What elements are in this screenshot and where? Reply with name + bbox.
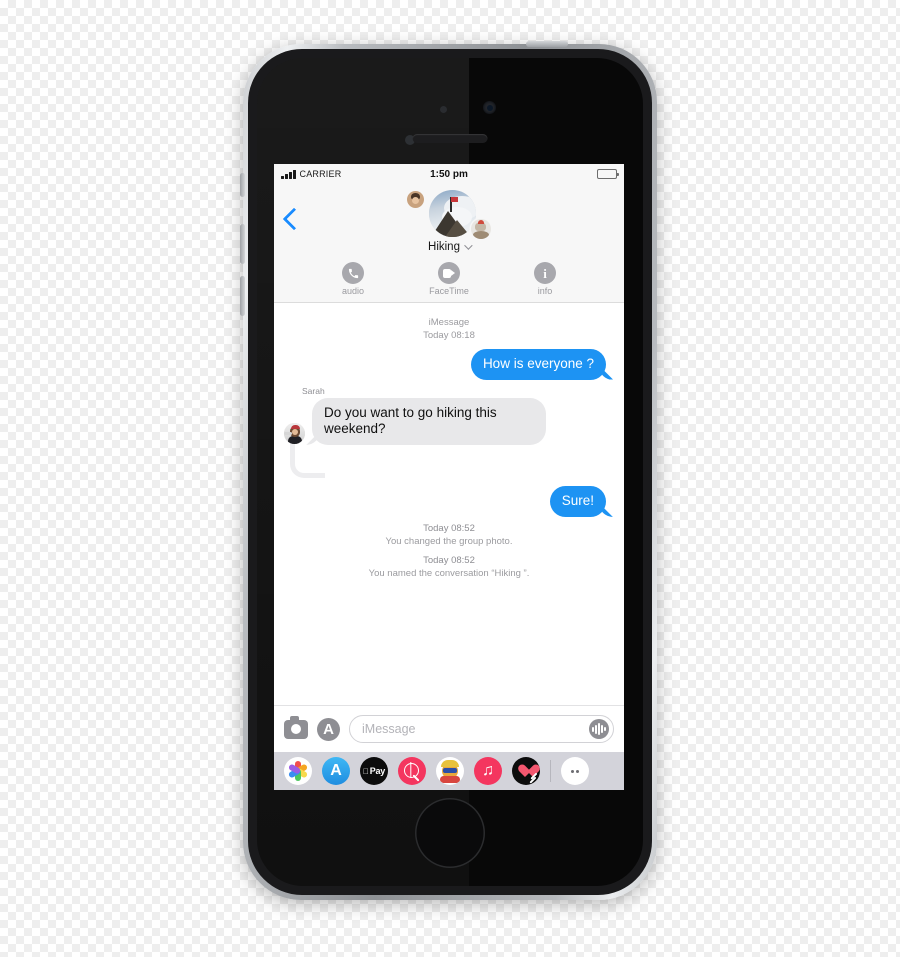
message-row: Sure!: [284, 486, 614, 518]
incoming-group: Sarah Do you want to go hiking this week…: [284, 386, 546, 481]
front-camera-icon: [483, 101, 496, 114]
first-timestamp: Today 08:18: [423, 329, 475, 341]
service-label: iMessage: [428, 317, 470, 328]
sender-name: Sarah: [302, 385, 325, 396]
audio-call-label: audio: [341, 286, 365, 296]
info-icon: i: [534, 262, 556, 284]
member-avatar-1: [407, 191, 424, 208]
system-event-text: You changed the group photo.: [385, 535, 513, 547]
app-store-app-icon[interactable]: A: [322, 757, 350, 785]
silent-switch[interactable]: [240, 173, 245, 197]
earpiece-speaker: [412, 134, 488, 143]
group-identity[interactable]: Hiking: [274, 184, 624, 253]
conversation-header: Hiking audio FaceTime i info: [274, 184, 624, 303]
status-bar-clock: 1:50 pm: [430, 168, 468, 180]
outgoing-bubble[interactable]: Sure!: [549, 486, 606, 518]
phone-screen: CARRIER 1:50 pm Hiking audio FaceTime i …: [274, 164, 624, 790]
proximity-sensor-icon: [440, 106, 447, 113]
imessage-app-drawer[interactable]: A Pay ♫: [274, 752, 624, 790]
incoming-bubble[interactable]: Do you want to go hiking this weekend?: [312, 397, 546, 446]
music-app-icon[interactable]: ♫: [474, 757, 502, 785]
message-list[interactable]: iMessage Today 08:18 How is everyone ? S…: [274, 303, 624, 705]
battery-full-icon: [597, 169, 619, 179]
facetime-button[interactable]: FaceTime: [424, 262, 474, 296]
more-apps-icon[interactable]: [561, 757, 589, 785]
images-app-icon[interactable]: [398, 757, 426, 785]
info-button[interactable]: i info: [520, 262, 570, 296]
system-event: Today 08:52 You changed the group photo.: [284, 523, 614, 549]
audio-call-button[interactable]: audio: [328, 262, 378, 296]
chevron-down-icon[interactable]: [464, 241, 473, 250]
audio-waveform-icon[interactable]: [589, 719, 609, 739]
message-composer: A iMessage: [274, 705, 624, 752]
home-button[interactable]: [415, 798, 485, 868]
status-bar-right: [597, 169, 619, 179]
system-event-timestamp: Today 08:52: [423, 523, 475, 535]
video-camera-icon: [438, 262, 460, 284]
message-input-placeholder: iMessage: [362, 722, 416, 736]
quick-actions-row: audio FaceTime i info: [274, 262, 624, 296]
group-photo-mountain[interactable]: [429, 190, 476, 237]
group-title-row[interactable]: Hiking: [428, 241, 473, 253]
group-avatars[interactable]: [407, 190, 491, 240]
message-input[interactable]: iMessage: [349, 715, 614, 743]
system-event: Today 08:52 You named the conversation “…: [284, 555, 614, 581]
apple-pay-label: Pay: [366, 766, 386, 776]
drawer-divider: [550, 760, 551, 782]
digital-touch-app-icon[interactable]: [512, 757, 540, 785]
camera-icon[interactable]: [284, 716, 308, 739]
volume-down-button[interactable]: [240, 276, 245, 316]
outgoing-bubble[interactable]: How is everyone ?: [470, 348, 606, 380]
avatar: [284, 423, 305, 445]
music-note-glyph: ♫: [482, 762, 494, 779]
status-bar: CARRIER 1:50 pm: [274, 164, 624, 184]
bubble-tail-decoration: [290, 443, 325, 479]
system-event-timestamp: Today 08:52: [423, 554, 475, 566]
volume-up-button[interactable]: [240, 224, 245, 264]
info-label: info: [537, 286, 553, 296]
system-event-text: You named the conversation “Hiking ”.: [368, 567, 530, 579]
apple-pay-app-icon[interactable]: Pay: [360, 757, 388, 785]
app-store-icon[interactable]: A: [317, 717, 340, 741]
photos-app-icon[interactable]: [284, 757, 312, 785]
member-avatar-2: [471, 219, 491, 239]
facetime-label: FaceTime: [429, 286, 469, 296]
app-store-glyph: A: [323, 720, 334, 738]
incoming-line: Do you want to go hiking this weekend?: [284, 397, 546, 446]
message-row: How is everyone ?: [284, 348, 614, 380]
group-title: Hiking: [428, 241, 460, 253]
service-timestamp-header: iMessage Today 08:18: [284, 317, 614, 343]
message-row: Sarah Do you want to go hiking this week…: [284, 386, 614, 481]
phone-icon: [342, 262, 364, 284]
memoji-app-icon[interactable]: [436, 757, 464, 785]
app-store-app-glyph: A: [330, 762, 342, 779]
power-button[interactable]: [526, 41, 568, 47]
